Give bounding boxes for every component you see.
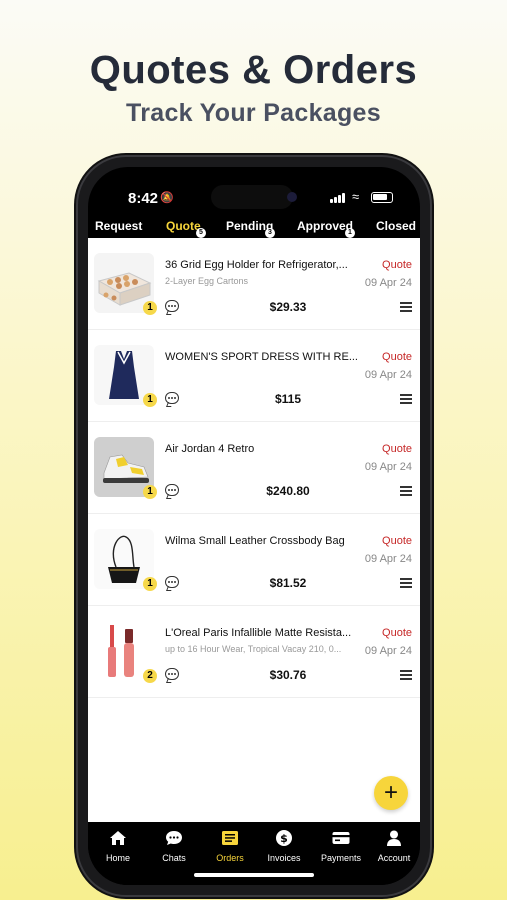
list-menu-icon[interactable] [400, 670, 412, 680]
item-date: 09 Apr 24 [364, 277, 412, 289]
list-item[interactable]: 2 L'Oreal Paris Infallible Matte Resista… [88, 606, 420, 698]
chat-bubble-icon[interactable] [165, 392, 179, 404]
tab-pending-badge: 3 [265, 228, 275, 238]
home-icon [110, 831, 126, 845]
hero-title: Quotes & Orders [89, 48, 418, 92]
quantity-badge: 1 [143, 393, 157, 407]
phone-screen: 8:42 🔕 ≈ Request Quote 5 Pending 3 Appro… [88, 167, 420, 885]
nav-account[interactable]: Account [364, 828, 420, 863]
quantity-badge: 1 [143, 485, 157, 499]
item-status: Quote [382, 627, 412, 639]
person-icon [387, 830, 401, 846]
chat-bubble-icon[interactable] [165, 300, 179, 312]
nav-payments[interactable]: Payments [311, 828, 371, 863]
nav-chats[interactable]: Chats [144, 828, 204, 863]
quantity-badge: 2 [143, 669, 157, 683]
item-name: WOMEN'S SPORT DRESS WITH RE... [165, 351, 358, 363]
dollar-coin-icon: $ [276, 830, 292, 846]
item-status: Quote [382, 535, 412, 547]
nav-label: Chats [162, 853, 186, 863]
nav-label: Account [377, 853, 411, 863]
battery-icon [371, 192, 393, 203]
quote-list: 1 36 Grid Egg Holder for Refrigerator,..… [88, 238, 420, 822]
item-name: Wilma Small Leather Crossbody Bag [165, 535, 345, 547]
orders-icon [222, 831, 238, 845]
status-bar: 8:42 🔕 ≈ [88, 167, 420, 211]
nav-label: Orders [216, 853, 244, 863]
tab-request[interactable]: Request [95, 219, 142, 233]
item-price: $115 [274, 392, 302, 406]
item-status: Quote [382, 351, 412, 363]
nav-invoices[interactable]: $ Invoices [254, 828, 314, 863]
plus-icon: + [383, 779, 398, 806]
add-quote-button[interactable]: + [374, 776, 408, 810]
credit-card-icon [332, 832, 350, 844]
item-name: L'Oreal Paris Infallible Matte Resista..… [165, 627, 352, 639]
tab-approved-badge: 1 [345, 228, 355, 238]
nav-label: Payments [320, 853, 362, 863]
dynamic-island [211, 185, 293, 209]
item-price: $30.76 [269, 668, 307, 682]
item-date: 09 Apr 24 [364, 553, 412, 565]
item-status: Quote [382, 259, 412, 271]
wifi-icon: ≈ [352, 189, 360, 204]
chat-bubble-icon[interactable] [165, 668, 179, 680]
quantity-badge: 1 [143, 577, 157, 591]
hero-subtitle: Track Your Packages [126, 99, 381, 127]
list-item[interactable]: 1 WOMEN'S SPORT DRESS WITH RE... $115 Qu… [88, 330, 420, 422]
list-item[interactable]: 1 Air Jordan 4 Retro $240.80 Quote 09 Ap… [88, 422, 420, 514]
home-indicator [194, 873, 314, 877]
item-subtitle: up to 16 Hour Wear, Tropical Vacay 210, … [165, 644, 342, 654]
item-price: $29.33 [269, 300, 307, 314]
chat-bubble-icon[interactable] [165, 484, 179, 496]
silent-bell-icon: 🔕 [160, 192, 174, 204]
cellular-signal-icon [330, 193, 346, 203]
phone-frame: 8:42 🔕 ≈ Request Quote 5 Pending 3 Appro… [78, 157, 430, 895]
item-subtitle: 2-Layer Egg Cartons [165, 276, 249, 286]
nav-label: Home [105, 853, 130, 863]
status-time: 8:42 [128, 190, 159, 207]
tab-closed[interactable]: Closed [376, 219, 416, 233]
list-menu-icon[interactable] [400, 486, 412, 496]
nav-orders[interactable]: Orders [200, 828, 260, 863]
item-status: Quote [382, 443, 412, 455]
item-date: 09 Apr 24 [364, 369, 412, 381]
camera-dot [287, 192, 297, 202]
item-price: $240.80 [266, 484, 310, 498]
svg-text:$: $ [280, 832, 288, 845]
chat-bubble-icon [166, 831, 182, 845]
chat-bubble-icon[interactable] [165, 576, 179, 588]
nav-home[interactable]: Home [88, 828, 148, 863]
list-item[interactable]: 1 Wilma Small Leather Crossbody Bag $81.… [88, 514, 420, 606]
item-price: $81.52 [269, 576, 307, 590]
item-name: Air Jordan 4 Retro [165, 443, 255, 455]
tab-quote-badge: 5 [196, 228, 206, 238]
item-date: 09 Apr 24 [364, 461, 412, 473]
list-item[interactable]: 1 36 Grid Egg Holder for Refrigerator,..… [88, 238, 420, 330]
list-menu-icon[interactable] [400, 394, 412, 404]
list-menu-icon[interactable] [400, 302, 412, 312]
quantity-badge: 1 [143, 301, 157, 315]
nav-label: Invoices [267, 853, 301, 863]
item-date: 09 Apr 24 [364, 645, 412, 657]
list-menu-icon[interactable] [400, 578, 412, 588]
item-name: 36 Grid Egg Holder for Refrigerator,... [165, 259, 348, 271]
